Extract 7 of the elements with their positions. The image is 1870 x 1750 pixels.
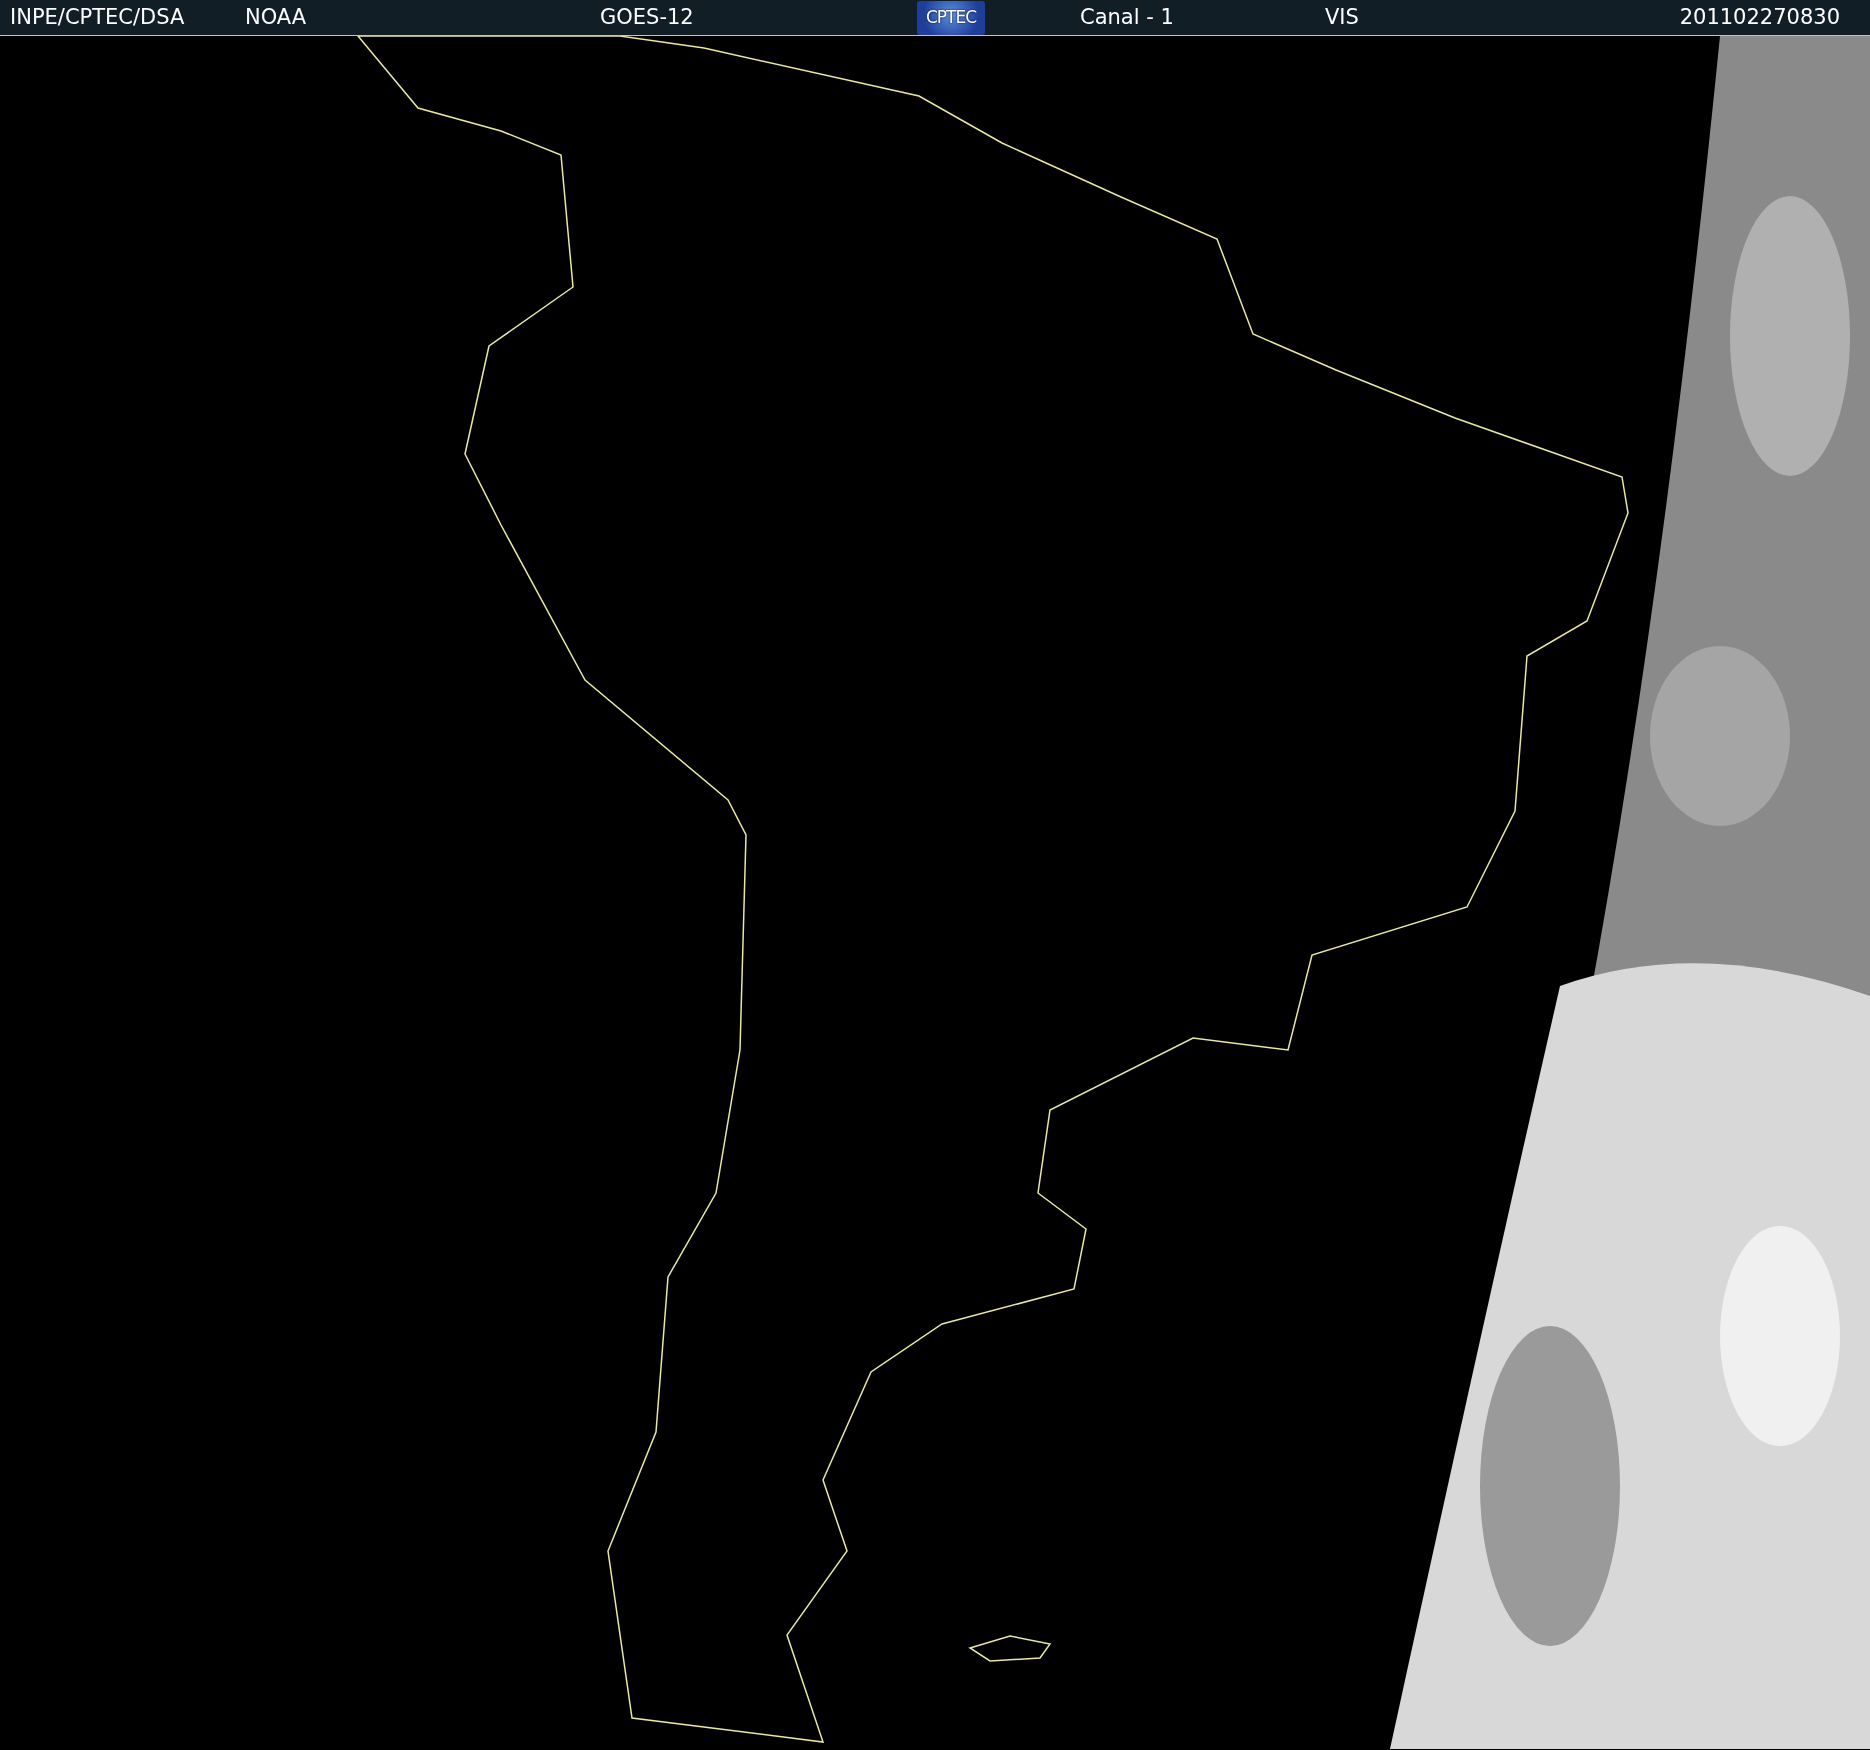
logo: CPTEC bbox=[917, 0, 985, 35]
agency-label: NOAA bbox=[245, 4, 307, 29]
timestamp: 201102270830 bbox=[1679, 3, 1840, 31]
channel-label: Canal - 1 bbox=[1080, 4, 1174, 29]
source-label: INPE/CPTEC/DSA bbox=[10, 4, 185, 29]
band-label: VIS bbox=[1325, 3, 1359, 31]
satellite-label: GOES-12 bbox=[600, 4, 694, 29]
